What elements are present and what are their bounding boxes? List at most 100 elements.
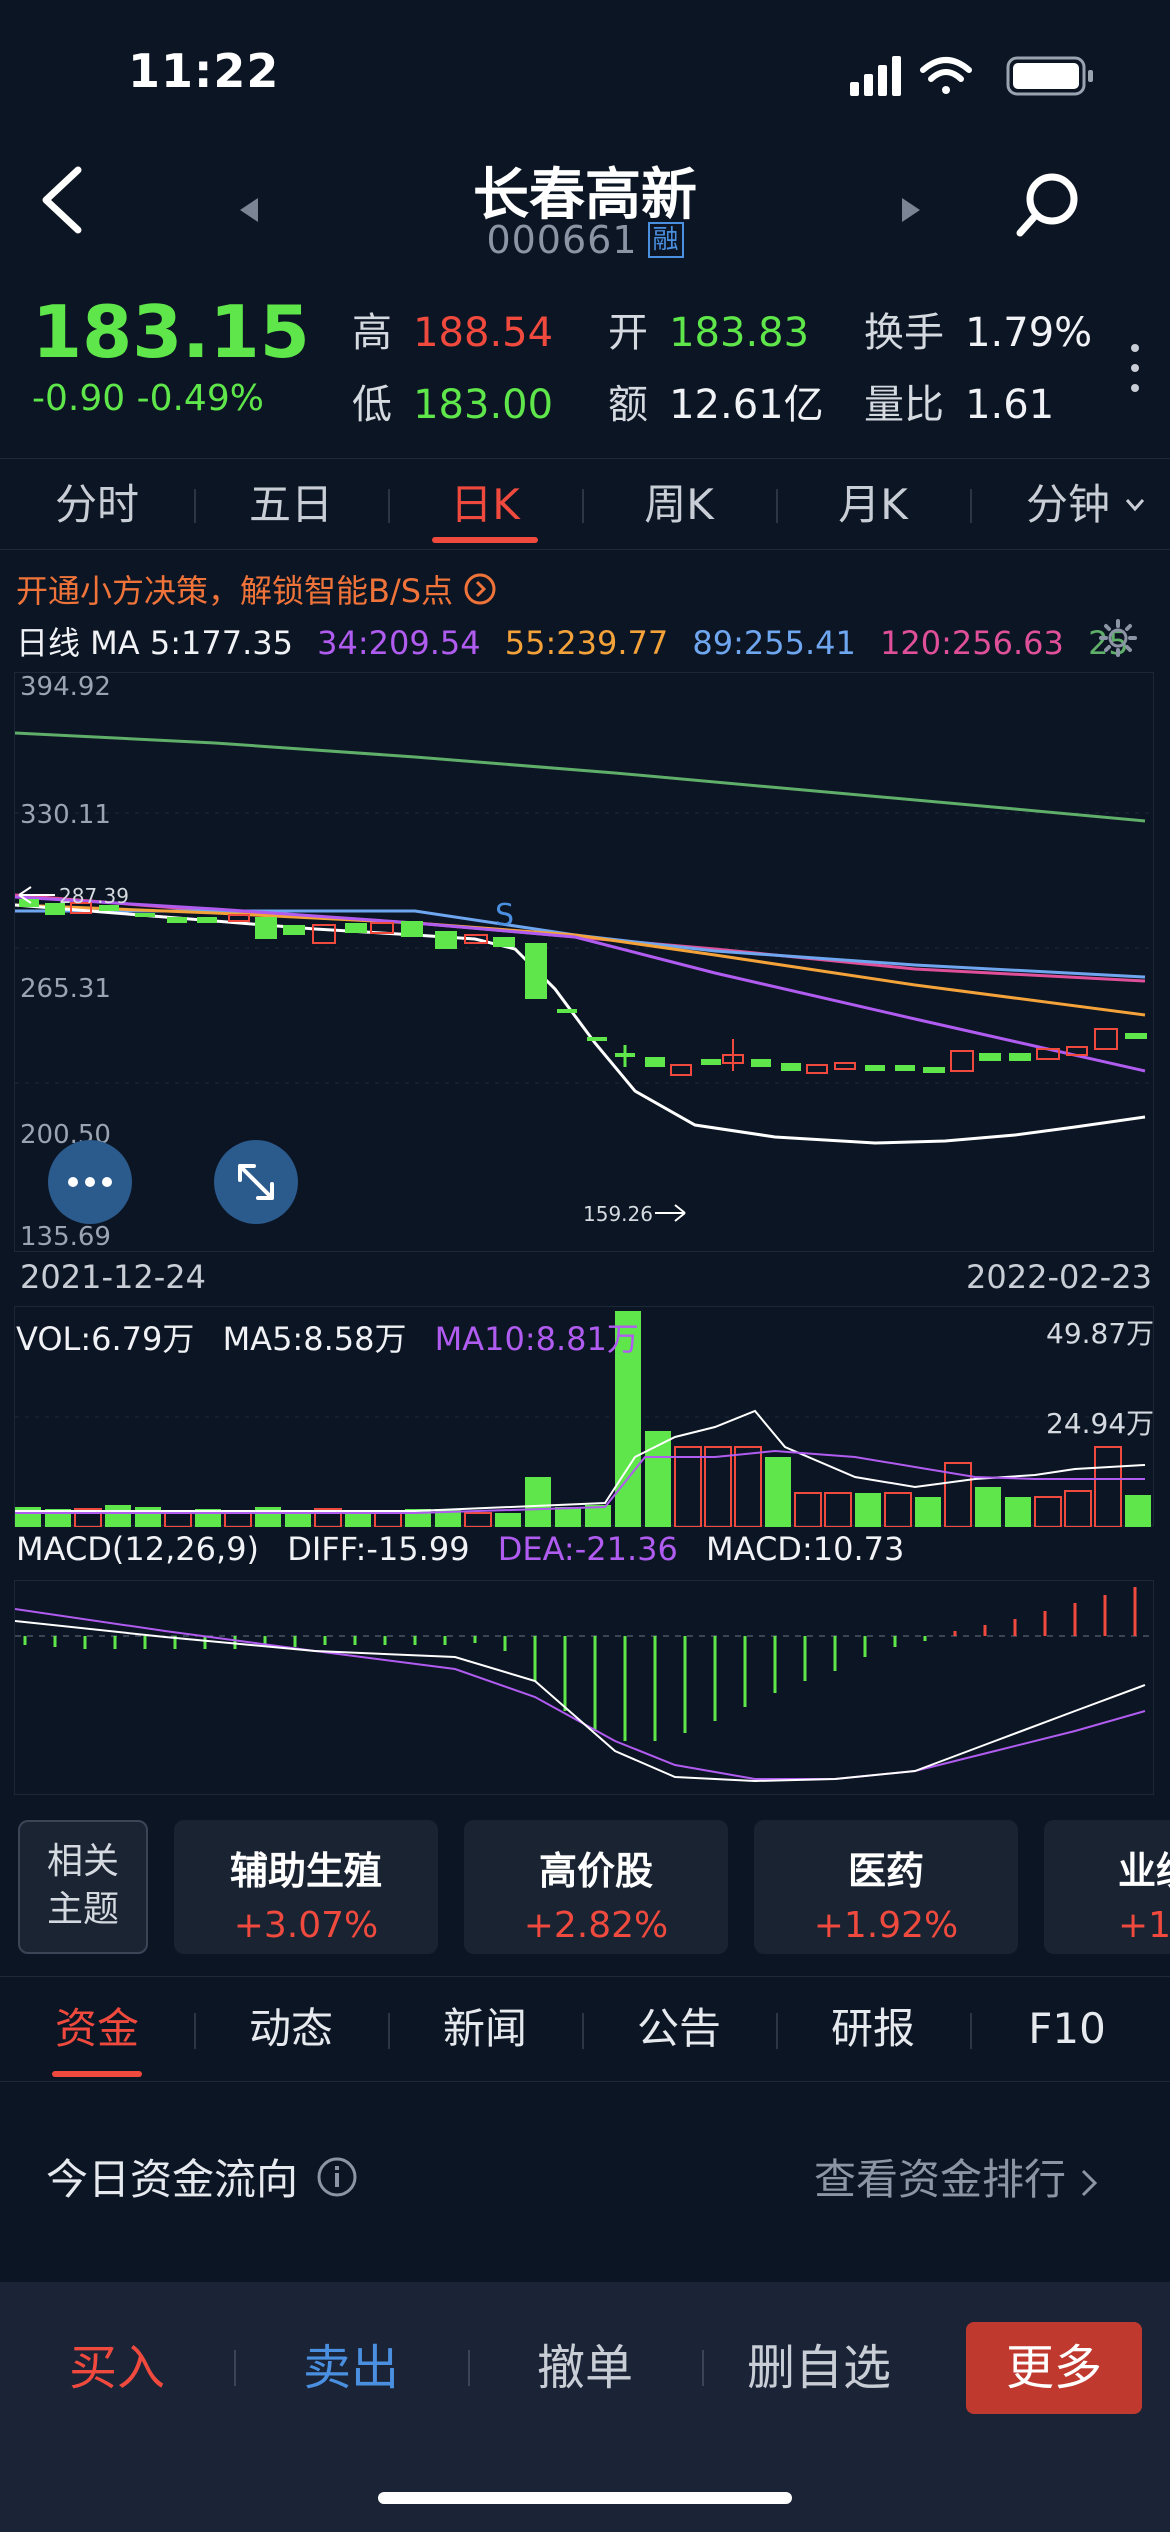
volume-legend: VOL:6.79万 MA5:8.58万 MA10:8.81万	[16, 1314, 639, 1360]
low-value: 183.00	[413, 382, 554, 428]
topic-name: 辅助生殖	[229, 1849, 382, 1893]
amount-value: 12.61亿	[669, 382, 824, 428]
tab-funds[interactable]: 资金	[0, 1977, 194, 2083]
more-options-icon[interactable]	[1125, 338, 1145, 398]
topic-card[interactable]: 辅助生殖 +3.07%	[174, 1820, 438, 1954]
tab-monthly-k[interactable]: 月K	[776, 459, 970, 551]
chevron-right-icon	[1082, 2169, 1098, 2196]
topic-card[interactable]: 业绩 +1.9	[1044, 1820, 1170, 1954]
chart-menu-button[interactable]	[48, 1140, 132, 1224]
low-marker: 159.26	[583, 1202, 686, 1226]
fund-ranking-label: 查看资金排行	[814, 2155, 1067, 2204]
topic-name: 业绩	[1118, 1849, 1170, 1893]
open-value: 183.83	[669, 310, 810, 356]
next-stock-icon[interactable]	[890, 190, 930, 230]
topic-card[interactable]: 医药 +1.92%	[754, 1820, 1018, 1954]
buy-button[interactable]: 买入	[0, 2322, 234, 2414]
turnover-label: 换手	[864, 310, 944, 356]
turnover-value: 1.79%	[965, 310, 1093, 356]
price-change: -0.90 -0.49%	[32, 378, 264, 419]
macd-legend: MACD(12,26,9) DIFF:-15.99 DEA:-21.36 MAC…	[16, 1530, 904, 1568]
macd-diff: DIFF:-15.99	[287, 1530, 470, 1568]
home-indicator[interactable]	[378, 2492, 792, 2504]
kline-svg: S 287.39 159.26	[14, 731, 1155, 1226]
candles	[19, 899, 1147, 1076]
cancel-order-button[interactable]: 撤单	[468, 2322, 702, 2414]
tab-five-day[interactable]: 五日	[194, 459, 388, 551]
volume-axis-top: 49.87万	[1046, 1317, 1155, 1350]
volume-ma10: MA10:8.81万	[434, 1320, 639, 1358]
battery-icon	[1006, 56, 1093, 96]
vol-ratio-label: 量比	[864, 382, 944, 428]
y-axis-label: 265.31	[20, 974, 111, 1004]
tab-intraday[interactable]: 分时	[0, 459, 194, 551]
more-button[interactable]: 更多	[966, 2322, 1142, 2414]
promo-text: 开通小方决策，解锁智能B/S点	[16, 572, 454, 610]
chevron-down-icon[interactable]	[1124, 497, 1146, 513]
active-tab-underline	[52, 2071, 142, 2077]
topics-label-line2: 主题	[46, 1889, 119, 1930]
open-row: 开 183.83	[608, 300, 809, 358]
margin-badge: 融	[647, 222, 684, 258]
ma5-label: 日线 MA 5:177.35	[16, 624, 293, 662]
topic-change: +2.82%	[523, 1905, 669, 1946]
tab-divider	[970, 489, 972, 523]
macd-title: MACD(12,26,9)	[16, 1530, 260, 1568]
tab-news[interactable]: 新闻	[388, 1977, 582, 2083]
more-horizontal-icon	[68, 1177, 112, 1187]
kline-chart[interactable]: S 287.39 159.26	[14, 672, 1155, 1252]
topic-name: 医药	[847, 1849, 924, 1893]
macd-chart[interactable]	[14, 1580, 1155, 1795]
turnover-row: 换手 1.79%	[864, 300, 1092, 358]
tab-research[interactable]: 研报	[776, 1977, 970, 2083]
macd-svg	[14, 1587, 1155, 1783]
macd-red-bars	[953, 1587, 1137, 1636]
related-topics: 相关 主题 辅助生殖 +3.07% 高价股 +2.82% 医药 +1.92% 业…	[18, 1820, 1170, 1954]
svg-text:287.39: 287.39	[59, 884, 129, 908]
topic-change: +3.07%	[233, 1905, 379, 1946]
chevron-right-circle-icon	[464, 573, 496, 605]
date-start: 2021-12-24	[20, 1258, 206, 1296]
info-icon[interactable]	[316, 2156, 358, 2198]
gear-icon[interactable]	[1098, 618, 1138, 658]
volume-ma5: MA5:8.58万	[222, 1320, 407, 1358]
volume-value: VOL:6.79万	[16, 1320, 195, 1358]
volume-axis-mid: 24.94万	[1046, 1407, 1155, 1440]
vol-ratio-row: 量比 1.61	[864, 372, 1054, 430]
expand-icon	[238, 1164, 274, 1200]
tab-minute[interactable]: 分钟	[1006, 459, 1130, 551]
ma34-label: 34:209.54	[317, 624, 481, 662]
ma250-line	[14, 731, 1146, 823]
vol-ratio-value: 1.61	[965, 382, 1055, 428]
stock-code-row: 000661 融	[0, 218, 1170, 262]
amount-row: 额 12.61亿	[608, 372, 824, 430]
signal-icon	[850, 56, 901, 96]
high-value: 188.54	[413, 310, 554, 356]
tab-announcements[interactable]: 公告	[582, 1977, 776, 2083]
fund-flow-title: 今日资金流向	[46, 2146, 358, 2207]
wifi-icon	[920, 57, 972, 94]
fullscreen-button[interactable]	[214, 1140, 298, 1224]
macd-dea: DEA:-21.36	[497, 1530, 678, 1568]
y-axis-label: 135.69	[20, 1222, 111, 1252]
topic-card[interactable]: 高价股 +2.82%	[464, 1820, 728, 1954]
high-label: 高	[352, 310, 392, 356]
y-axis-label: 394.92	[20, 672, 111, 702]
macd-value: MACD:10.73	[706, 1530, 905, 1568]
tab-dynamics[interactable]: 动态	[194, 1977, 388, 2083]
remove-watchlist-button[interactable]: 删自选	[702, 2322, 936, 2414]
related-topics-label[interactable]: 相关 主题	[18, 1820, 148, 1954]
open-label: 开	[608, 310, 648, 356]
stock-code: 000661	[486, 218, 638, 262]
status-icons	[850, 56, 1093, 96]
tab-f10[interactable]: F10	[970, 1977, 1164, 2083]
low-row: 低 183.00	[352, 372, 553, 430]
fund-flow-label: 今日资金流向	[46, 2155, 299, 2204]
search-icon[interactable]	[1008, 165, 1088, 245]
promo-banner[interactable]: 开通小方决策，解锁智能B/S点	[16, 566, 497, 612]
sell-button[interactable]: 卖出	[234, 2322, 468, 2414]
tab-weekly-k[interactable]: 周K	[582, 459, 776, 551]
topic-change: +1.92%	[813, 1905, 959, 1946]
fund-ranking-link[interactable]: 查看资金排行	[814, 2146, 1099, 2207]
ma5-line	[14, 903, 1146, 1145]
